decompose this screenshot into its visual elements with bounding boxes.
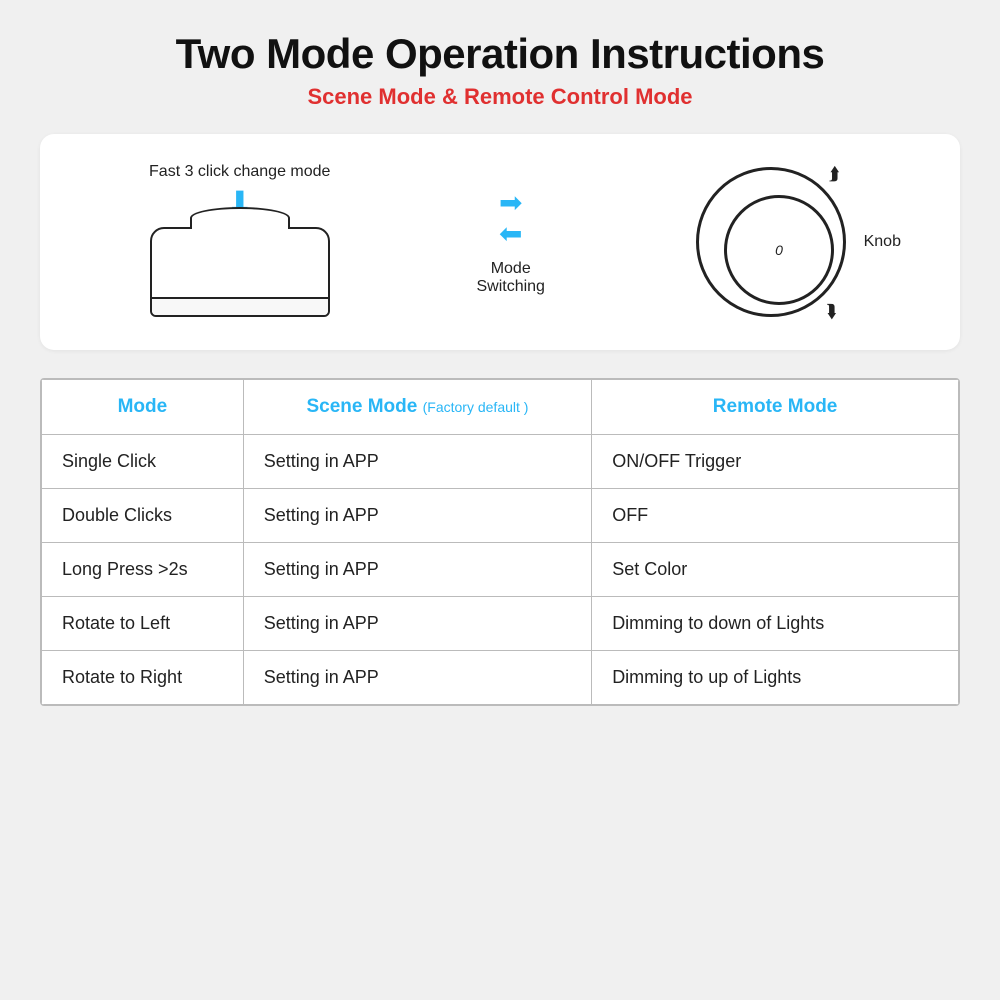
cell-scene-4: Setting in APP [243,651,591,705]
table-row: Single Click Setting in APP ON/OFF Trigg… [42,435,959,489]
cell-mode-1: Double Clicks [42,489,244,543]
header-mode: Mode [42,380,244,435]
diagram-right: 0 ⮭ ⮯ Knob [691,162,851,322]
diagram-left: Fast 3 click change mode ⬇ [149,163,330,321]
remote-device-illustration [150,227,330,317]
cell-scene-3: Setting in APP [243,597,591,651]
cell-scene-2: Setting in APP [243,543,591,597]
knob-label: Knob [864,233,901,251]
cell-scene-1: Setting in APP [243,489,591,543]
fast-click-label: Fast 3 click change mode [149,163,330,181]
knob-illustration: 0 ⮭ ⮯ Knob [691,162,851,322]
table-row: Double Clicks Setting in APP OFF [42,489,959,543]
subtitle: Scene Mode & Remote Control Mode [307,84,692,110]
cell-remote-4: Dimming to up of Lights [592,651,959,705]
diagram-box: Fast 3 click change mode ⬇ ➡ ⬅ ModeSwitc… [40,134,960,350]
cell-mode-0: Single Click [42,435,244,489]
cell-mode-3: Rotate to Left [42,597,244,651]
header-remote: Remote Mode [592,380,959,435]
cell-remote-3: Dimming to down of Lights [592,597,959,651]
page-container: Two Mode Operation Instructions Scene Mo… [0,0,1000,1000]
operation-table: Mode Scene Mode (Factory default ) Remot… [41,379,959,705]
table-row: Rotate to Right Setting in APP Dimming t… [42,651,959,705]
cell-mode-4: Rotate to Right [42,651,244,705]
svg-text:⮯: ⮯ [826,301,838,321]
header-scene-sub: (Factory default ) [423,399,529,415]
table-container: Mode Scene Mode (Factory default ) Remot… [40,378,960,706]
remote-bottom-strip [152,297,328,315]
cell-remote-1: OFF [592,489,959,543]
cell-remote-2: Set Color [592,543,959,597]
knob-rotation-arrows: ⮭ ⮯ [691,162,851,322]
table-row: Long Press >2s Setting in APP Set Color [42,543,959,597]
switch-arrows-icon: ➡ ⬅ [499,188,522,250]
svg-text:⮭: ⮭ [829,164,840,184]
cell-scene-0: Setting in APP [243,435,591,489]
cell-mode-2: Long Press >2s [42,543,244,597]
table-body: Single Click Setting in APP ON/OFF Trigg… [42,435,959,705]
main-title: Two Mode Operation Instructions [176,30,825,78]
switch-label: ModeSwitching [476,260,544,296]
mode-switch: ➡ ⬅ ModeSwitching [476,188,544,296]
remote-top-bump [190,207,290,229]
table-header-row: Mode Scene Mode (Factory default ) Remot… [42,380,959,435]
cell-remote-0: ON/OFF Trigger [592,435,959,489]
header-scene: Scene Mode (Factory default ) [243,380,591,435]
table-row: Rotate to Left Setting in APP Dimming to… [42,597,959,651]
